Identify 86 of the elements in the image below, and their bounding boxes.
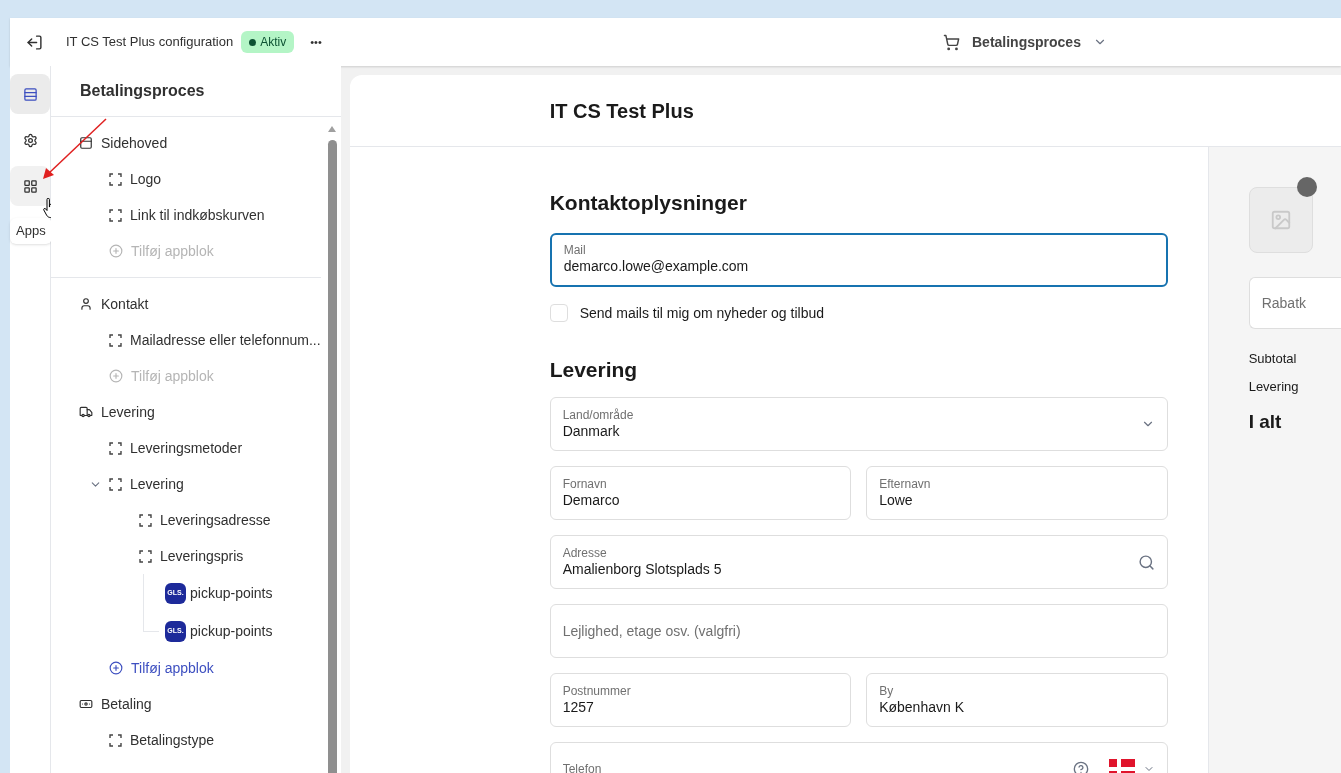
config-title: IT CS Test Plus configuration <box>66 33 234 52</box>
select-field[interactable]: Land/område Danmark <box>549 397 1168 451</box>
field-value: København K <box>879 698 965 717</box>
plus-circle-icon <box>109 369 123 383</box>
tree-item[interactable]: Betalingstype <box>130 729 215 751</box>
scrollbar[interactable] <box>327 140 337 773</box>
email-field[interactable]: Mail demarco.lowe@example.com <box>549 232 1168 287</box>
flag-icon[interactable] <box>1108 759 1135 773</box>
field-label: Mail <box>563 243 587 259</box>
input-field[interactable]: Lejlighed, etage osv. (valgfri) <box>549 604 1168 658</box>
block-icon <box>139 513 152 527</box>
tree-connector-line <box>143 574 159 632</box>
field-label: Adresse <box>562 545 608 561</box>
settings-icon <box>22 132 38 148</box>
input-field[interactable]: By København K <box>866 673 1168 727</box>
sections-icon <box>22 86 38 102</box>
banknote-icon <box>79 697 93 711</box>
field-value: Lowe <box>879 491 914 510</box>
input-field[interactable]: Fornavn Demarco <box>549 466 852 520</box>
block-icon <box>139 549 152 563</box>
shop-name: IT CS Test Plus <box>549 98 694 124</box>
section-item[interactable]: Levering <box>101 401 155 423</box>
tree-item[interactable]: Logo <box>130 168 162 190</box>
section-item[interactable]: Kontakt <box>101 293 149 315</box>
page-selector[interactable]: Betalingsproces <box>943 31 1107 53</box>
tree-item[interactable]: Leveringsmetoder <box>130 437 243 459</box>
tree-item[interactable]: Leveringsadresse <box>160 509 271 531</box>
header-layout-icon <box>79 136 93 150</box>
tree-item[interactable]: pickup-points <box>190 620 273 642</box>
input-field[interactable]: Telefon <box>549 742 1168 773</box>
help-icon[interactable] <box>1072 761 1089 773</box>
checkbox-label: Send mails til mig om nyheder og tilbud <box>579 303 824 323</box>
plus-circle-icon <box>109 244 123 258</box>
block-icon <box>109 208 122 222</box>
more-button[interactable]: ••• <box>310 33 322 51</box>
field-label: Postnummer <box>562 683 632 699</box>
rail-button[interactable] <box>10 74 50 114</box>
tree-item[interactable]: pickup-points <box>190 582 273 604</box>
exit-icon[interactable] <box>26 33 43 51</box>
field-label: Telefon <box>562 761 603 773</box>
summary-line: Subtotal <box>1248 350 1298 368</box>
section-heading: Kontaktoplysninger <box>549 190 748 216</box>
add-app-block-button[interactable]: Tilføj appblok <box>109 657 214 679</box>
field-label: Land/område <box>562 407 635 423</box>
sidebar-title: Betalingsproces <box>80 81 205 101</box>
checkbox[interactable] <box>549 304 568 322</box>
field-value: 1257 <box>562 698 595 717</box>
field-value: demarco.lowe@example.com <box>563 258 750 276</box>
person-icon <box>79 297 93 311</box>
input-field[interactable]: Adresse Amalienborg Slotsplads 5 <box>549 535 1168 589</box>
field-label: Efternavn <box>879 476 932 492</box>
plus-circle-icon <box>109 661 123 675</box>
truck-icon <box>79 405 93 419</box>
block-icon <box>109 733 122 747</box>
rail-button[interactable] <box>10 166 50 206</box>
discount-placeholder: Rabatk <box>1261 293 1306 313</box>
section-heading: Levering <box>549 356 639 383</box>
scroll-up-icon[interactable] <box>327 126 336 132</box>
total-label: I alt <box>1248 410 1283 434</box>
apps-grid-icon <box>22 178 38 194</box>
quantity-badge <box>1296 177 1317 197</box>
field-label: By <box>879 683 895 699</box>
section-item[interactable]: Betaling <box>101 693 152 715</box>
tree-item[interactable]: Link til indkøbskurven <box>130 204 265 226</box>
product-image-placeholder <box>1248 187 1313 253</box>
cart-icon <box>943 33 960 51</box>
tree-item[interactable]: Levering <box>130 473 184 495</box>
field-value: Demarco <box>562 491 621 510</box>
input-field[interactable]: Postnummer 1257 <box>549 673 852 727</box>
section-item[interactable]: Sidehoved <box>101 132 168 154</box>
search-icon <box>1137 553 1155 571</box>
block-icon <box>109 172 122 186</box>
field-label: Fornavn <box>562 476 608 492</box>
block-icon <box>109 333 122 347</box>
field-value: Danmark <box>562 422 621 441</box>
tree-item[interactable]: Mailadresse eller telefonnum... <box>130 329 321 351</box>
status-badge: Aktiv <box>241 31 295 53</box>
tooltip: Apps <box>10 218 52 244</box>
block-icon <box>109 441 122 455</box>
summary-line: Levering <box>1248 377 1300 396</box>
apartment-input[interactable]: Lejlighed, etage osv. (valgfri) <box>562 620 1155 642</box>
tree-item[interactable]: Leveringspris <box>160 545 244 567</box>
input-field[interactable]: Efternavn Lowe <box>866 466 1168 520</box>
block-icon <box>109 477 122 491</box>
field-value: Amalienborg Slotsplads 5 <box>562 560 723 579</box>
discount-field[interactable]: Rabatk <box>1248 277 1341 329</box>
